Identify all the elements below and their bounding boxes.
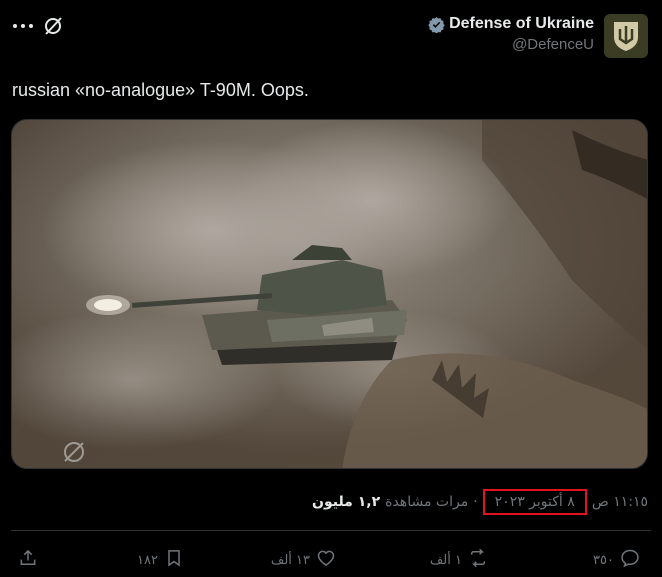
like-count: ١٣ ألف (270, 552, 310, 568)
like-icon (316, 548, 336, 572)
meta-separator: · (473, 494, 478, 510)
author-info[interactable]: Defense of Ukraine @DefenceU (428, 15, 594, 53)
like-button[interactable]: ١٣ ألف (271, 548, 336, 572)
tweet-time[interactable]: ١١:١٥ ص (592, 494, 648, 510)
bookmark-button[interactable]: ١٨٢ (137, 548, 184, 572)
tweet-video[interactable] (11, 119, 648, 469)
tweet-header: Defense of Ukraine @DefenceU (0, 0, 662, 70)
share-button[interactable] (18, 548, 38, 572)
bookmark-count: ١٨٢ (137, 552, 158, 568)
views-count[interactable]: ١,٢ مليون (312, 494, 380, 510)
author-name-row: Defense of Ukraine (428, 15, 594, 33)
bookmark-icon (164, 548, 184, 572)
divider (11, 530, 651, 531)
action-bar: ٣٥٠ ١ ألف ١٣ ألف ١٨٢ (0, 540, 662, 576)
tweet-card: Defense of Ukraine @DefenceU russian «no… (0, 0, 662, 577)
reply-icon (620, 548, 640, 572)
repost-icon (468, 548, 488, 572)
more-icon[interactable] (12, 16, 34, 36)
reply-count: ٣٥٠ (593, 552, 614, 568)
author-handle[interactable]: @DefenceU (428, 36, 594, 53)
avatar-emblem (614, 22, 638, 51)
tweet-meta: ١١:١٥ ص ٨ أكتوبر ٢٠٢٣ · مرات مشاهدة ١,٢ … (312, 489, 648, 515)
share-icon (18, 548, 38, 572)
avatar[interactable] (604, 14, 648, 58)
author-display-name[interactable]: Defense of Ukraine (449, 15, 594, 33)
reply-button[interactable]: ٣٥٠ (593, 548, 640, 572)
views-label: مرات مشاهدة (385, 494, 469, 510)
repost-count: ١ ألف (429, 552, 462, 568)
grok-icon[interactable] (42, 15, 64, 37)
repost-button[interactable]: ١ ألف (430, 548, 488, 572)
verified-icon (428, 16, 445, 33)
tweet-date[interactable]: ٨ أكتوبر ٢٠٢٣ (482, 489, 587, 515)
tweet-text: russian «no-analogue» T-90M. Oops. (12, 80, 309, 100)
